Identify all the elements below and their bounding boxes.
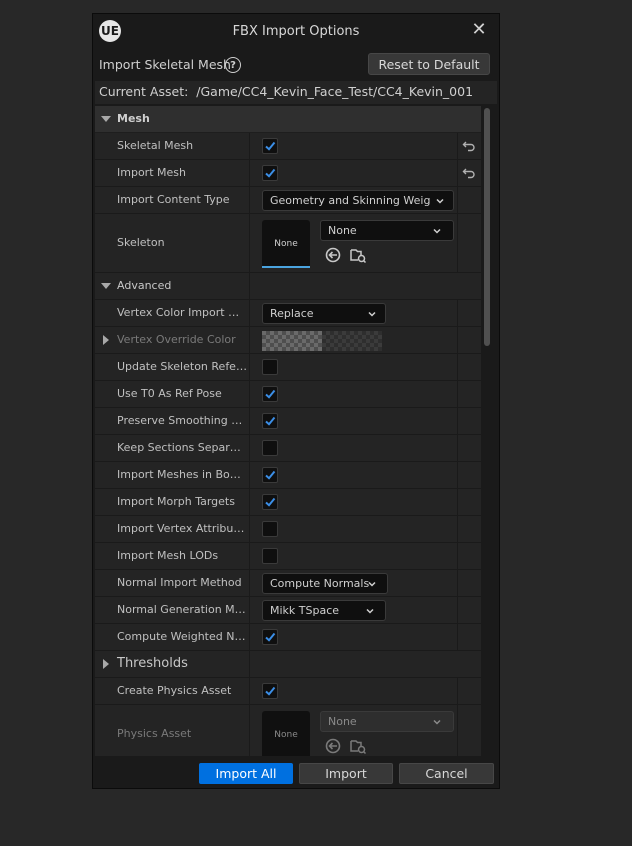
compute-weighted-normals-checkbox[interactable] bbox=[262, 629, 278, 645]
property-label: Normal Generation Met... bbox=[117, 603, 247, 616]
help-icon[interactable]: ? bbox=[225, 57, 241, 73]
group-thresholds[interactable]: Thresholds bbox=[95, 651, 481, 678]
chevron-down-icon bbox=[368, 311, 376, 317]
current-asset-row: Current Asset: /Game/CC4_Kevin_Face_Test… bbox=[95, 81, 497, 104]
import-mesh-checkbox[interactable] bbox=[262, 165, 278, 181]
fbx-import-dialog: UE FBX Import Options ✕ Import Skeletal … bbox=[92, 13, 500, 789]
import-morph-checkbox[interactable] bbox=[262, 494, 278, 510]
property-import-meshes-bone: Import Meshes in Bone... bbox=[95, 462, 481, 489]
scrollbar-thumb[interactable] bbox=[484, 108, 490, 346]
property-update-skeleton: Update Skeleton Refere... bbox=[95, 354, 481, 381]
physics-asset-picker[interactable]: None bbox=[320, 711, 454, 732]
property-vertex-override-color: Vertex Override Color bbox=[95, 327, 481, 354]
property-normal-generation-method: Normal Generation Met... Mikk TSpace bbox=[95, 597, 481, 624]
property-use-t0-ref-pose: Use T0 As Ref Pose bbox=[95, 381, 481, 408]
current-asset-label: Current Asset: bbox=[99, 84, 189, 99]
preserve-smoothing-checkbox[interactable] bbox=[262, 413, 278, 429]
property-import-morph-targets: Import Morph Targets bbox=[95, 489, 481, 516]
property-normal-import-method: Normal Import Method Compute Normals bbox=[95, 570, 481, 597]
update-skeleton-checkbox[interactable] bbox=[262, 359, 278, 375]
property-label: Vertex Override Color bbox=[117, 333, 236, 346]
property-label: Import Mesh bbox=[117, 166, 186, 179]
create-physics-asset-checkbox[interactable] bbox=[262, 683, 278, 699]
expand-arrow-icon[interactable] bbox=[103, 659, 109, 669]
property-vertex-color-import: Vertex Color Import Opti... Replace bbox=[95, 300, 481, 327]
normal-generation-method-dropdown[interactable]: Mikk TSpace bbox=[262, 600, 386, 621]
chevron-down-icon bbox=[366, 608, 374, 614]
property-skeletal-mesh: Skeletal Mesh bbox=[95, 133, 481, 160]
keep-sections-checkbox[interactable] bbox=[262, 440, 278, 456]
property-physics-asset: Physics Asset None None bbox=[95, 705, 481, 756]
vertex-override-color-swatch[interactable] bbox=[262, 331, 382, 351]
property-label: Skeletal Mesh bbox=[117, 139, 194, 152]
property-label: Preserve Smoothing Gro... bbox=[117, 414, 247, 427]
details-panel: Mesh Skeletal Mesh Import Mesh Import Co… bbox=[95, 106, 481, 756]
browse-folder-icon[interactable] bbox=[349, 246, 367, 264]
close-icon[interactable]: ✕ bbox=[468, 18, 490, 40]
category-mesh-label: Mesh bbox=[117, 112, 150, 125]
import-meshes-bone-checkbox[interactable] bbox=[262, 467, 278, 483]
property-keep-sections-separate: Keep Sections Separate bbox=[95, 435, 481, 462]
property-label: Update Skeleton Refere... bbox=[117, 360, 247, 373]
import-button[interactable]: Import bbox=[299, 763, 393, 784]
collapse-arrow-icon[interactable] bbox=[101, 116, 111, 122]
group-advanced-label: Advanced bbox=[117, 279, 172, 292]
category-mesh[interactable]: Mesh bbox=[95, 106, 481, 132]
normal-import-method-dropdown[interactable]: Compute Normals bbox=[262, 573, 388, 594]
property-label: Vertex Color Import Opti... bbox=[117, 306, 247, 319]
property-import-mesh: Import Mesh bbox=[95, 160, 481, 187]
chevron-down-icon bbox=[433, 719, 441, 725]
property-label: Import Morph Targets bbox=[117, 495, 235, 508]
property-compute-weighted-normals: Compute Weighted Nor... bbox=[95, 624, 481, 651]
chevron-down-icon bbox=[436, 198, 444, 204]
browse-folder-icon[interactable] bbox=[349, 737, 367, 755]
property-label: Skeleton bbox=[117, 236, 165, 249]
property-label: Physics Asset bbox=[117, 727, 192, 740]
property-label: Use T0 As Ref Pose bbox=[117, 387, 222, 400]
use-selected-asset-icon[interactable] bbox=[324, 737, 342, 755]
dialog-footer: Import All Import Cancel bbox=[93, 758, 499, 788]
property-create-physics-asset: Create Physics Asset bbox=[95, 678, 481, 705]
group-thresholds-label: Thresholds bbox=[117, 656, 188, 671]
property-label: Import Mesh LODs bbox=[117, 549, 219, 562]
property-label: Import Content Type bbox=[117, 193, 230, 206]
property-label: Compute Weighted Nor... bbox=[117, 630, 247, 643]
import-all-button[interactable]: Import All bbox=[199, 763, 293, 784]
group-advanced[interactable]: Advanced bbox=[95, 273, 481, 300]
chevron-down-icon bbox=[433, 228, 441, 234]
title-bar[interactable]: UE FBX Import Options ✕ bbox=[93, 14, 499, 50]
dialog-title: FBX Import Options bbox=[232, 24, 360, 39]
property-import-vertex-attributes: Import Vertex Attributes bbox=[95, 516, 481, 543]
property-label: Import Vertex Attributes bbox=[117, 522, 247, 535]
property-label: Normal Import Method bbox=[117, 576, 242, 589]
import-mesh-lods-checkbox[interactable] bbox=[262, 548, 278, 564]
reset-to-default-button[interactable]: Reset to Default bbox=[368, 53, 490, 75]
expand-arrow-icon[interactable] bbox=[103, 335, 109, 345]
physics-asset-thumbnail[interactable]: None bbox=[262, 711, 310, 756]
skeletal-mesh-checkbox[interactable] bbox=[262, 138, 278, 154]
property-label: Create Physics Asset bbox=[117, 684, 232, 697]
property-import-content-type: Import Content Type Geometry and Skinnin… bbox=[95, 187, 481, 214]
property-skeleton: Skeleton None None bbox=[95, 214, 481, 273]
cancel-button[interactable]: Cancel bbox=[399, 763, 494, 784]
property-label: Keep Sections Separate bbox=[117, 441, 247, 454]
skeleton-asset-picker[interactable]: None bbox=[320, 220, 454, 241]
vertex-color-import-dropdown[interactable]: Replace bbox=[262, 303, 386, 324]
reset-arrow-icon[interactable] bbox=[462, 139, 476, 153]
current-asset-path: /Game/CC4_Kevin_Face_Test/CC4_Kevin_001 bbox=[196, 84, 474, 99]
section-label: Import Skeletal Mesh bbox=[99, 57, 231, 72]
reset-arrow-icon[interactable] bbox=[462, 166, 476, 180]
import-content-type-dropdown[interactable]: Geometry and Skinning Weights bbox=[262, 190, 454, 211]
skeleton-thumbnail[interactable]: None bbox=[262, 220, 310, 268]
import-skeletal-mesh-header: Import Skeletal Mesh ? Reset to Default bbox=[93, 51, 499, 80]
property-label: Import Meshes in Bone... bbox=[117, 468, 247, 481]
use-t0-checkbox[interactable] bbox=[262, 386, 278, 402]
import-vertex-attributes-checkbox[interactable] bbox=[262, 521, 278, 537]
collapse-arrow-icon[interactable] bbox=[101, 283, 111, 289]
use-selected-asset-icon[interactable] bbox=[324, 246, 342, 264]
chevron-down-icon bbox=[368, 581, 376, 587]
property-preserve-smoothing: Preserve Smoothing Gro... bbox=[95, 408, 481, 435]
property-import-mesh-lods: Import Mesh LODs bbox=[95, 543, 481, 570]
details-scrollbar[interactable] bbox=[483, 108, 491, 756]
